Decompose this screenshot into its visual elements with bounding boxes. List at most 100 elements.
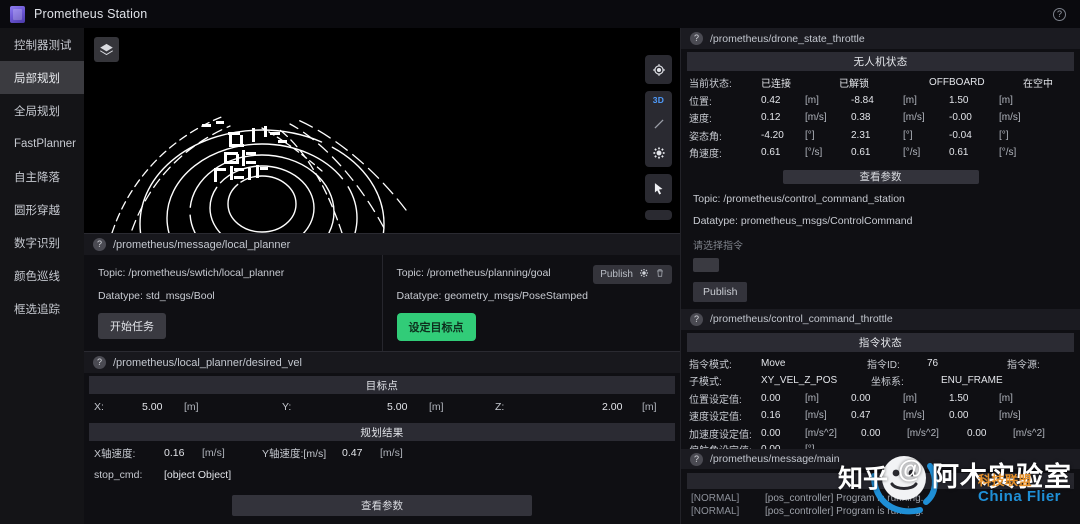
card-planning-goal: Topic: /prometheus/planning/goal Datatyp… [381,255,681,351]
sidebar-item-digit-recognition[interactable]: 数字识别 [0,226,84,259]
panel-header-local-planner: ? /prometheus/message/local_planner [84,233,680,255]
command-id-value: 76 [927,357,939,369]
toolbar-group-more[interactable] [645,210,672,220]
control-command-station-card: Topic: /prometheus/control_command_stati… [681,184,1080,302]
view-mode-3d-badge[interactable]: 3D [653,95,664,105]
sidebar-item-label: 框选追踪 [14,303,60,316]
target-icon[interactable] [648,59,669,80]
help-icon[interactable]: ? [93,238,106,251]
section-title-planning-result: 规划结果 [89,423,675,441]
command-position-setpoint-row: 位置设定值: 0.00 [m] 0.00 [m] 1.50 [m] [681,390,1080,408]
pos-setpoint-z: 1.50 [949,392,969,404]
yaw-setpoint-value: 0.00 [761,444,805,449]
log-text: [pos_controller] Program is running. [765,506,924,517]
sidebar-item-box-tracking[interactable]: 框选追踪 [0,292,84,325]
publish-button[interactable]: Publish [693,281,748,302]
attitude-yaw-unit: [°] [999,129,1009,141]
sidebar-item-autonomous-landing[interactable]: 自主降落 [0,160,84,193]
vel-setpoint-x-unit: [m/s] [805,410,827,422]
log-toolbar[interactable] [687,473,1074,489]
velocity-z-unit: [m/s] [999,112,1021,124]
acc-setpoint-z-unit: [m/s^2] [1013,427,1045,439]
panel-header-desired-vel: ? /prometheus/local_planner/desired_vel [84,351,680,373]
set-goal-point-button[interactable]: 设定目标点 [396,313,476,341]
sidebar-item-fastplanner[interactable]: FastPlanner [0,127,84,160]
view-params-button[interactable]: 查看参数 [232,495,532,516]
submode-value: XY_VEL_Z_POS [761,375,838,387]
command-acceleration-setpoint-row: 加速度设定值: 0.00 [m/s^2] 0.00 [m/s^2] 0.00 [… [681,425,1080,443]
sidebar-item-label: 局部规划 [14,72,60,85]
log-level: [NORMAL] [691,493,740,504]
goal-y-unit: [m] [429,401,444,413]
datatype-row: Datatype: geometry_msgs/PoseStamped [397,290,667,302]
vel-setpoint-z: 0.00 [949,410,969,422]
sidebar-item-label: 控制器测试 [14,39,72,52]
attitude-label: 姿态角: [689,131,722,143]
pos-setpoint-label: 位置设定值: [689,394,742,406]
angular-rate-label: 角速度: [689,149,722,161]
help-icon[interactable]: ? [690,452,703,466]
sidebar-item-color-line-follow[interactable]: 颜色巡线 [0,259,84,292]
right-panel-column: ? /prometheus/drone_state_throttle 无人机状态… [680,28,1080,524]
acc-setpoint-y: 0.00 [861,427,881,439]
card-local-planner-switch: Topic: /prometheus/swtich/local_planner … [84,255,382,351]
goal-z-label: Z: [495,401,505,413]
pos-setpoint-z-unit: [m] [999,392,1013,404]
toolbar-group-select [645,174,672,203]
drone-state-angular-rate-row: 角速度: 0.61 [°/s] 0.61 [°/s] 0.61 [°/s] [681,144,1080,162]
goal-z-unit: [m] [642,401,657,413]
local-planner-message-panel: ? /prometheus/message/local_planner Topi… [84,233,680,351]
rviz-3d-viewport[interactable]: 3D [84,28,680,233]
desired-vel-panel: ? /prometheus/local_planner/desired_vel … [84,351,680,524]
publish-chip[interactable]: Publish [593,265,672,284]
command-id-label: 指令ID: [867,359,900,371]
goal-x-unit: [m] [184,401,199,413]
datatype-value: prometheus_msgs/ControlCommand [740,214,913,227]
sidebar-item-circle-crossing[interactable]: 圆形穿越 [0,193,84,226]
position-x: 0.42 [761,94,781,106]
planning-vx-row: X轴速度: 0.16 [m/s] Y轴速度:[m/s] 0.47 [m/s] [84,441,680,465]
gear-icon[interactable] [639,268,649,281]
start-task-button[interactable]: 开始任务 [98,313,166,339]
velocity-label: 速度: [689,114,712,126]
angular-rate-z: 0.61 [949,147,969,159]
pos-setpoint-y: 0.00 [851,392,871,404]
planning-stopcmd-row: stop_cmd: [object Object] [84,465,680,485]
trash-icon[interactable] [655,268,665,281]
gear-icon[interactable] [648,142,669,163]
vel-setpoint-y: 0.47 [851,410,871,422]
status-in-air: 在空中 [1023,79,1053,91]
goal-y-value: 5.00 [387,401,408,413]
help-icon[interactable]: ? [690,32,703,45]
help-icon[interactable]: ? [690,312,703,326]
sidebar-item-controller-test[interactable]: 控制器测试 [0,28,84,61]
cursor-icon[interactable] [648,178,669,199]
ruler-icon[interactable] [648,113,669,134]
velocity-x: 0.12 [761,112,781,124]
velocity-y: 0.38 [851,112,871,124]
yaw-setpoint-unit: [°] [805,444,851,449]
sidebar-item-local-planning[interactable]: 局部规划 [0,61,84,94]
velocity-x-unit: [m/s] [805,112,827,124]
topic-row: Topic: /prometheus/control_command_stati… [693,193,1068,205]
layers-icon[interactable] [94,37,119,62]
toolbar-group-focus [645,55,672,84]
attitude-pitch-unit: [°] [903,129,913,141]
command-source-label: 指令源: [1007,359,1040,371]
drone-state-view-params-button[interactable]: 查看参数 [782,169,979,184]
sidebar-item-label: 数字识别 [14,237,60,250]
help-icon[interactable]: ? [93,356,106,369]
status-connected: 已连接 [761,79,791,91]
vel-setpoint-z-unit: [m/s] [999,410,1021,422]
command-select-input[interactable] [693,257,719,272]
sidebar-item-global-planning[interactable]: 全局规划 [0,94,84,127]
pos-setpoint-x: 0.00 [761,392,781,404]
angular-rate-x: 0.61 [761,147,781,159]
acc-setpoint-label: 加速度设定值: [689,429,752,441]
angular-rate-z-unit: [°/s] [999,147,1017,159]
help-icon[interactable]: ? [1053,8,1066,21]
panel-header-control-command-throttle: ? /prometheus/control_command_throttle [681,308,1080,330]
datatype-row: Datatype: prometheus_msgs/ControlCommand [693,215,1068,227]
command-yaw-setpoint-row: 偏航角设定值: 0.00 [°] [681,442,1080,449]
submode-label: 子模式: [689,377,722,389]
